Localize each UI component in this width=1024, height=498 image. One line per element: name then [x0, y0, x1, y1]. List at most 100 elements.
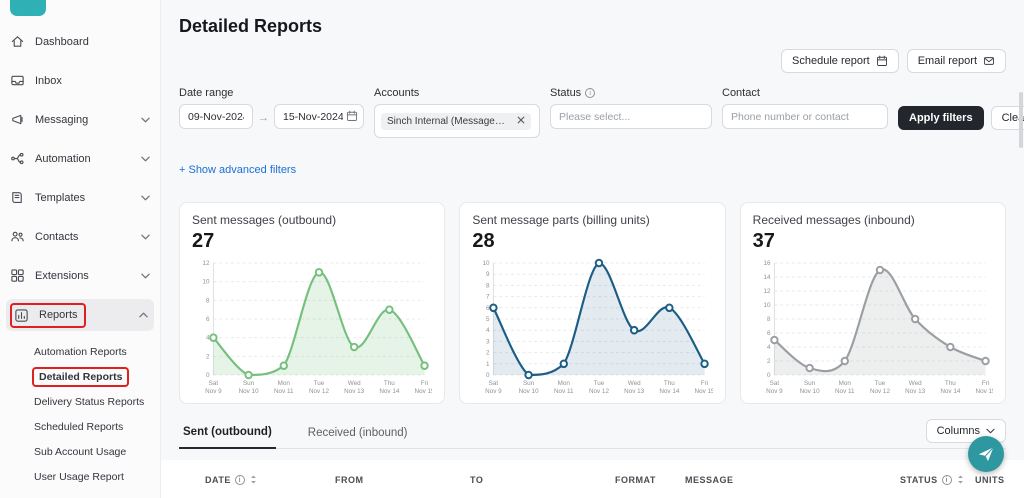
- info-icon[interactable]: [585, 88, 595, 98]
- column-header-status[interactable]: STATUS: [900, 474, 975, 487]
- svg-text:Mon: Mon: [838, 380, 851, 387]
- annotation-red-box: Reports: [12, 305, 84, 326]
- accounts-select[interactable]: Sinch Internal (MessageMedia ...: [374, 104, 540, 138]
- sidebar-item-messaging[interactable]: Messaging: [0, 100, 160, 139]
- sidebar-item-label: Templates: [35, 192, 85, 204]
- tab-received-inbound[interactable]: Received (inbound): [304, 419, 412, 448]
- chart-total: 37: [753, 230, 993, 253]
- info-icon[interactable]: [942, 475, 952, 485]
- sent-messages-chart: 024681012SatNov 9SunNov 10MonNov 11TueNo…: [192, 255, 432, 401]
- svg-text:Sat: Sat: [209, 380, 219, 387]
- svg-text:Nov 12: Nov 12: [589, 388, 609, 395]
- svg-text:14: 14: [763, 274, 770, 281]
- svg-text:Thu: Thu: [945, 380, 956, 387]
- page-title: Detailed Reports: [179, 16, 1006, 37]
- email-report-label: Email report: [918, 55, 977, 67]
- contact-group: Contact: [722, 87, 888, 129]
- apply-filters-button[interactable]: Apply filters: [898, 106, 984, 130]
- column-header-from[interactable]: FROM: [335, 475, 470, 485]
- svg-text:Tue: Tue: [594, 380, 605, 387]
- svg-text:6: 6: [206, 316, 210, 323]
- status-select[interactable]: [550, 104, 712, 129]
- chart-title: Sent message parts (billing units): [472, 213, 712, 227]
- tab-sent-outbound[interactable]: Sent (outbound): [179, 418, 276, 449]
- sub-item-label: Delivery Status Reports: [34, 396, 144, 408]
- reports-subnav: Automation Reports Detailed Reports Deli…: [0, 339, 160, 489]
- svg-text:12: 12: [202, 260, 209, 267]
- info-icon[interactable]: [235, 475, 245, 485]
- chart-total: 28: [472, 230, 712, 253]
- svg-text:4: 4: [767, 344, 771, 351]
- show-advanced-filters-link[interactable]: + Show advanced filters: [179, 164, 296, 176]
- status-label: Status: [550, 87, 712, 99]
- schedule-icon: [876, 55, 888, 67]
- sidebar-item-delivery-status-reports[interactable]: Delivery Status Reports: [0, 389, 160, 414]
- column-header-format[interactable]: FORMAT: [615, 475, 685, 485]
- chevron-down-icon: [141, 195, 150, 201]
- svg-text:10: 10: [202, 279, 209, 286]
- column-header-message[interactable]: MESSAGE: [685, 475, 900, 485]
- sidebar-item-detailed-reports[interactable]: Detailed Reports: [0, 364, 160, 389]
- date-start-input[interactable]: [179, 104, 253, 129]
- svg-text:Fri: Fri: [421, 380, 428, 387]
- sub-item-label: User Usage Report: [34, 471, 124, 483]
- schedule-report-button[interactable]: Schedule report: [781, 49, 899, 73]
- chip-remove-icon[interactable]: [517, 116, 525, 127]
- contact-label: Contact: [722, 87, 888, 99]
- calendar-icon[interactable]: [346, 110, 358, 122]
- scrollbar[interactable]: [1019, 92, 1023, 148]
- sidebar-item-templates[interactable]: Templates: [0, 178, 160, 217]
- svg-text:Nov 13: Nov 13: [905, 388, 925, 395]
- svg-text:2: 2: [767, 358, 771, 365]
- chevron-up-icon: [139, 312, 148, 318]
- svg-text:0: 0: [767, 372, 771, 379]
- sidebar-item-inbox[interactable]: Inbox: [0, 61, 160, 100]
- svg-text:Tue: Tue: [874, 380, 885, 387]
- chevron-down-icon: [986, 428, 995, 434]
- sort-icon[interactable]: [956, 474, 965, 487]
- email-report-button[interactable]: Email report: [907, 49, 1006, 73]
- sort-icon[interactable]: [249, 474, 258, 487]
- svg-text:Thu: Thu: [384, 380, 395, 387]
- sub-item-label: Automation Reports: [34, 346, 127, 358]
- svg-text:12: 12: [763, 288, 770, 295]
- column-header-units[interactable]: UNITS: [975, 475, 1024, 485]
- brand-logo[interactable]: [10, 0, 46, 16]
- svg-text:5: 5: [486, 316, 490, 323]
- main-content: Detailed Reports Schedule report Email r…: [161, 0, 1024, 498]
- svg-text:1: 1: [486, 361, 490, 368]
- svg-text:Nov 9: Nov 9: [485, 388, 502, 395]
- column-label: MESSAGE: [685, 475, 734, 485]
- svg-text:Mon: Mon: [278, 380, 291, 387]
- sidebar-item-contacts[interactable]: Contacts: [0, 217, 160, 256]
- svg-text:10: 10: [763, 302, 770, 309]
- table-tabs: Sent (outbound) Received (inbound) Colum…: [179, 418, 1006, 449]
- sidebar: Dashboard Inbox Messaging Automation: [0, 0, 161, 498]
- sidebar-item-automation-reports[interactable]: Automation Reports: [0, 339, 160, 364]
- sidebar-item-dashboard[interactable]: Dashboard: [0, 22, 160, 61]
- sidebar-item-extensions[interactable]: Extensions: [0, 256, 160, 295]
- svg-text:Nov 11: Nov 11: [274, 388, 294, 395]
- chevron-down-icon: [141, 156, 150, 162]
- column-header-to[interactable]: TO: [470, 475, 615, 485]
- date-range-label: Date range: [179, 87, 364, 99]
- sidebar-item-label: Contacts: [35, 231, 78, 243]
- contact-input[interactable]: [722, 104, 888, 129]
- svg-text:Nov 10: Nov 10: [799, 388, 819, 395]
- column-header-date[interactable]: DATE: [205, 474, 335, 487]
- sidebar-item-reports[interactable]: Reports: [6, 299, 154, 331]
- svg-text:Nov 12: Nov 12: [309, 388, 329, 395]
- annotation-red-box: Detailed Reports: [34, 369, 127, 385]
- column-label: STATUS: [900, 475, 938, 485]
- svg-text:Tue: Tue: [314, 380, 325, 387]
- svg-text:Nov 14: Nov 14: [660, 388, 680, 395]
- send-message-fab[interactable]: [968, 436, 1004, 472]
- sidebar-item-scheduled-reports[interactable]: Scheduled Reports: [0, 414, 160, 439]
- arrow-right-icon: [258, 108, 269, 126]
- sidebar-item-automation[interactable]: Automation: [0, 139, 160, 178]
- date-range-group: Date range: [179, 87, 364, 129]
- contacts-icon: [10, 229, 25, 244]
- sidebar-item-user-usage-report[interactable]: User Usage Report: [0, 464, 160, 489]
- sidebar-item-sub-account-usage[interactable]: Sub Account Usage: [0, 439, 160, 464]
- svg-text:8: 8: [206, 297, 210, 304]
